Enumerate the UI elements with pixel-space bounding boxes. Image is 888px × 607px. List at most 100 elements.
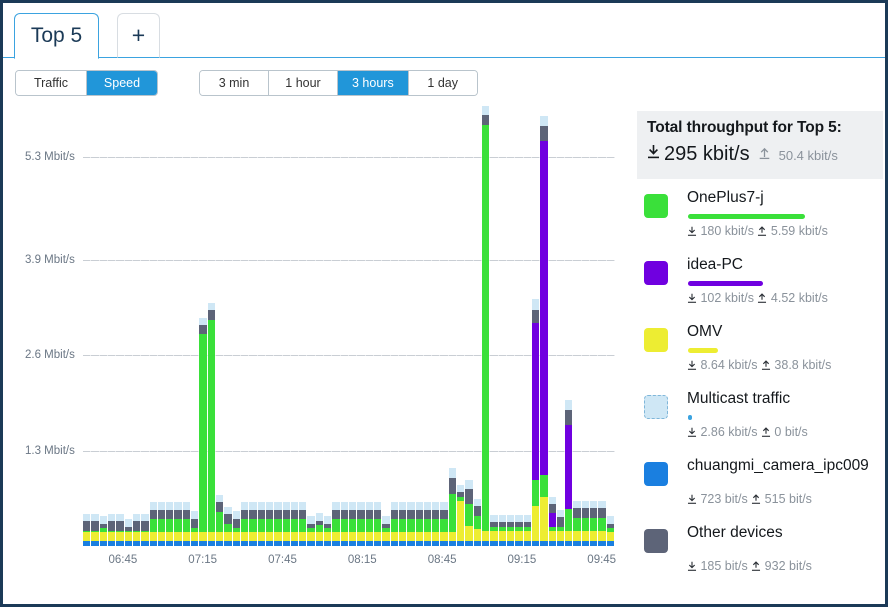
bar-segment-oneplus7-j (432, 519, 440, 533)
tab-top-5[interactable]: Top 5 (14, 13, 99, 59)
bar-segment-omv (590, 530, 598, 541)
chart-bar[interactable] (357, 106, 366, 546)
bar-segment-multicast-traffic (307, 516, 315, 524)
legend-stats: 102 kbit/s 4.52 kbit/s (687, 291, 828, 305)
bar-segment-other-devices (556, 517, 565, 527)
bar-segment-omv (548, 530, 556, 541)
chart-bar[interactable] (99, 106, 108, 546)
chart-bar[interactable] (473, 106, 482, 546)
chart-bar[interactable] (390, 106, 399, 546)
chart-bar[interactable] (299, 106, 308, 546)
chart-bar[interactable] (506, 106, 516, 546)
chart-bar[interactable] (373, 106, 383, 546)
chart-bar[interactable] (407, 106, 416, 546)
chart-bar[interactable] (515, 106, 524, 546)
chart-bar[interactable] (349, 106, 358, 546)
bar-segment-chuangmi-camera-ipc009 (290, 540, 299, 546)
legend-usage-meter (688, 214, 805, 219)
chart-bar[interactable] (590, 106, 599, 546)
bar-segment-multicast-traffic (99, 516, 107, 524)
legend-item[interactable]: OMV 8.64 kbit/s 38.8 kbit/s (637, 323, 885, 390)
chart-bar[interactable] (457, 106, 466, 546)
range-button-3hours[interactable]: 3 hours (338, 71, 409, 95)
chart-bar[interactable] (498, 106, 507, 546)
chart-bar[interactable] (565, 106, 574, 546)
chart-bar[interactable] (290, 106, 300, 546)
legend-item[interactable]: Other devices 185 bit/s 932 bit/s (637, 524, 885, 591)
chart-bar[interactable] (166, 106, 175, 546)
chart-bar[interactable] (415, 106, 424, 546)
chart-bar[interactable] (598, 106, 607, 546)
range-button-1hour[interactable]: 1 hour (269, 71, 338, 95)
chart-bar[interactable] (432, 106, 441, 546)
chart-bar[interactable] (199, 106, 208, 546)
chart-bar[interactable] (490, 106, 499, 546)
legend-item[interactable]: idea-PC 102 kbit/s 4.52 kbit/s (637, 256, 885, 323)
bar-segment-oneplus7-j (407, 519, 415, 533)
chart-bar[interactable] (465, 106, 474, 546)
mode-button-traffic[interactable]: Traffic (16, 71, 87, 95)
y-axis-tick-label: 2.6 Mbit/s (25, 349, 75, 362)
chart-bar[interactable] (157, 106, 167, 546)
bar-segment-other-devices (174, 509, 182, 520)
chart-bar[interactable] (548, 106, 557, 546)
chart-bar[interactable] (116, 106, 125, 546)
chart-bar[interactable] (216, 106, 225, 546)
chart-bar[interactable] (332, 106, 341, 546)
chart-bar[interactable] (240, 106, 250, 546)
chart-bar[interactable] (107, 106, 117, 546)
bar-segment-omv (232, 532, 240, 541)
chart-bar[interactable] (482, 106, 491, 546)
range-button-1day[interactable]: 1 day (408, 71, 477, 95)
chart-bar[interactable] (182, 106, 192, 546)
chart-bar[interactable] (257, 106, 266, 546)
legend-item[interactable]: OnePlus7-j 180 kbit/s 5.59 kbit/s (637, 189, 885, 256)
chart-bar[interactable] (573, 106, 582, 546)
bar-segment-other-devices (116, 521, 124, 531)
chart-bar[interactable] (556, 106, 566, 546)
legend-item[interactable]: Multicast traffic 2.86 kbit/s 0 bit/s (637, 390, 885, 457)
chart-bar[interactable] (531, 106, 541, 546)
chart-bar[interactable] (581, 106, 591, 546)
mode-button-speed[interactable]: Speed (87, 71, 157, 95)
bar-segment-omv (315, 532, 324, 541)
chart-bar[interactable] (274, 106, 283, 546)
bar-segment-omv (99, 532, 107, 541)
chart-bar[interactable] (191, 106, 200, 546)
chart-bar[interactable] (141, 106, 150, 546)
bar-segment-chuangmi-camera-ipc009 (373, 540, 382, 546)
chart-bar[interactable] (132, 106, 142, 546)
chart-bar[interactable] (315, 106, 325, 546)
bar-segment-omv (373, 532, 382, 541)
chart-bar[interactable] (365, 106, 374, 546)
chart-bar[interactable] (448, 106, 458, 546)
range-button-3min[interactable]: 3 min (200, 71, 269, 95)
chart-bar[interactable] (224, 106, 233, 546)
chart-bar[interactable] (83, 106, 92, 546)
bar-segment-idea-pc (548, 513, 556, 527)
add-tab-button[interactable]: + (117, 13, 160, 58)
bar-segment-chuangmi-camera-ipc009 (506, 540, 515, 546)
chart-bar[interactable] (540, 106, 549, 546)
chart-bar[interactable] (174, 106, 183, 546)
bar-segment-omv (324, 532, 332, 541)
chart-bar[interactable] (149, 106, 158, 546)
chart-bar[interactable] (124, 106, 133, 546)
legend-item[interactable]: chuangmi_camera_ipc009 723 bit/s 515 bit… (637, 457, 885, 524)
chart-bar[interactable] (265, 106, 275, 546)
chart-bar[interactable] (324, 106, 333, 546)
chart-bar[interactable] (249, 106, 258, 546)
chart-bar[interactable] (340, 106, 349, 546)
chart-bar[interactable] (232, 106, 241, 546)
chart-bar[interactable] (523, 106, 532, 546)
chart-bar[interactable] (207, 106, 216, 546)
chart-bar[interactable] (382, 106, 391, 546)
chart-bar[interactable] (91, 106, 100, 546)
chart-bar[interactable] (282, 106, 291, 546)
chart-bar[interactable] (423, 106, 433, 546)
chart-bar[interactable] (440, 106, 449, 546)
bar-segment-chuangmi-camera-ipc009 (448, 540, 457, 546)
chart-bar[interactable] (398, 106, 408, 546)
chart-bar[interactable] (606, 106, 615, 546)
chart-bar[interactable] (307, 106, 316, 546)
